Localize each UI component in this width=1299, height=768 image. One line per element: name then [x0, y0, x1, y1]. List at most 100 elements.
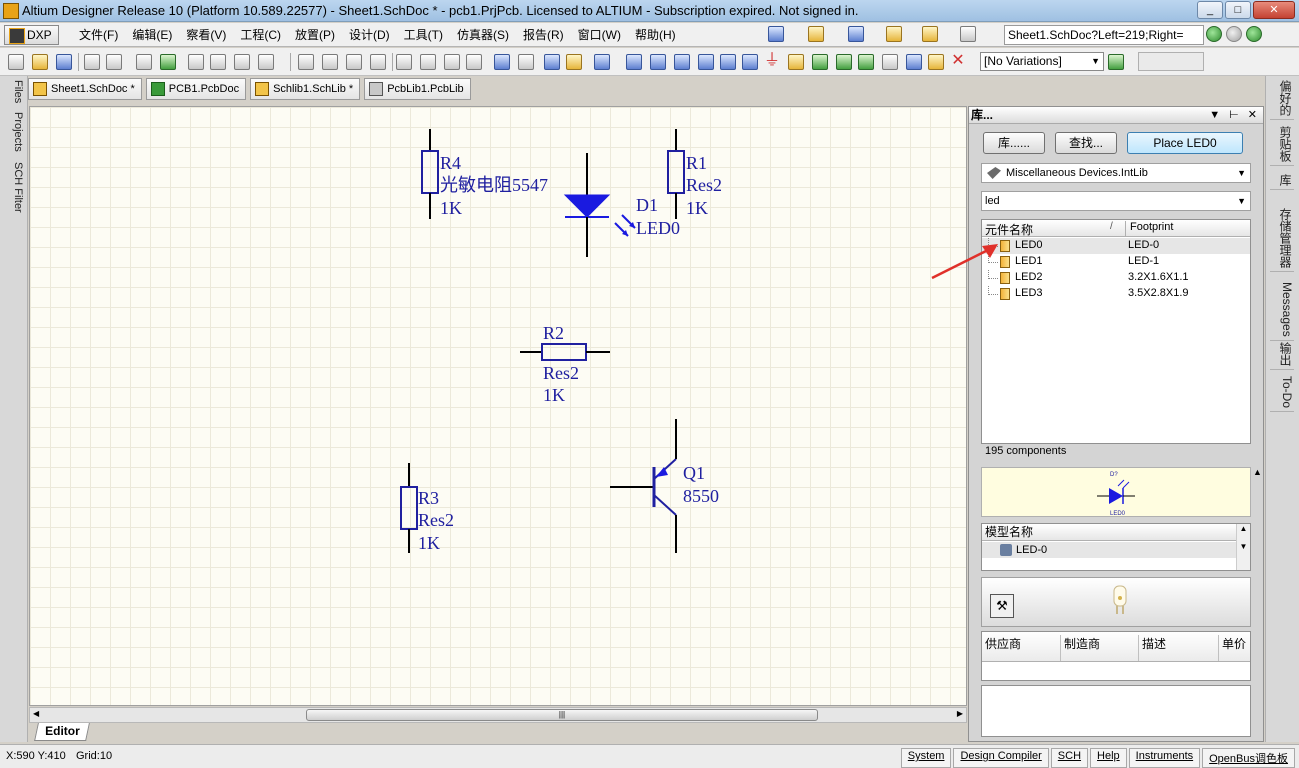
openbus-palette-button[interactable]: OpenBus调色板: [1202, 748, 1295, 768]
minimize-button[interactable]: _: [1197, 1, 1223, 19]
component-d1[interactable]: D1 LED0: [563, 153, 680, 257]
hammer-icon[interactable]: ⚒: [990, 594, 1014, 618]
close-button[interactable]: ✕: [1253, 1, 1295, 19]
search-button[interactable]: 查找...: [1055, 132, 1117, 154]
model-scrollbar[interactable]: ▲ ▼: [1236, 524, 1250, 570]
output-panel-tab[interactable]: 输出: [1270, 342, 1294, 370]
pcb-icon[interactable]: [160, 54, 176, 70]
gnd-icon[interactable]: [742, 54, 758, 70]
place-component-button[interactable]: Place LED0: [1127, 132, 1243, 154]
port-icon[interactable]: [922, 26, 938, 42]
select-area-icon[interactable]: [396, 54, 412, 70]
tab-pcb1-pcbdoc[interactable]: PCB1.PcbDoc: [145, 78, 247, 100]
clear-selection-icon[interactable]: [466, 54, 482, 70]
copy-icon[interactable]: [322, 54, 338, 70]
tab-pcblib1[interactable]: PcbLib1.PcbLib: [364, 78, 471, 100]
zoom-area-icon[interactable]: [210, 54, 226, 70]
maximize-button[interactable]: □: [1225, 1, 1251, 19]
clipboard-panel-tab[interactable]: 剪贴板: [1270, 126, 1294, 166]
component-r4[interactable]: R4 光敏电阻5547 1K: [421, 129, 548, 219]
variant-manager-icon[interactable]: [1108, 54, 1124, 70]
no-erc-icon[interactable]: ✕: [950, 53, 966, 70]
column-unit-price[interactable]: 单价: [1218, 635, 1246, 661]
component-browse-icon[interactable]: [594, 54, 610, 70]
horizontal-scrollbar[interactable]: ◀ ||| ▶: [29, 707, 967, 723]
messages-panel-tab[interactable]: Messages: [1270, 282, 1294, 341]
rubber-stamp-icon[interactable]: [370, 54, 386, 70]
net-label-icon[interactable]: [698, 54, 714, 70]
component-q1[interactable]: Q1 8550: [610, 419, 719, 553]
zoom-options-icon[interactable]: [258, 54, 274, 70]
save-icon[interactable]: [56, 54, 72, 70]
menu-tools[interactable]: 工具(T): [397, 27, 450, 43]
instruments-button[interactable]: Instruments: [1128, 748, 1201, 768]
component-r3[interactable]: R3 Res2 1K: [400, 463, 454, 553]
off-sheet-icon[interactable]: [928, 54, 944, 70]
undo-icon[interactable]: [494, 54, 510, 70]
net-icon[interactable]: [720, 54, 736, 70]
menu-place[interactable]: 放置(P): [288, 27, 342, 43]
tab-sheet1-schdoc[interactable]: Sheet1.SchDoc *: [28, 78, 142, 100]
zoom-selection-icon[interactable]: [234, 54, 250, 70]
bus-entry-icon[interactable]: [650, 54, 666, 70]
menu-project[interactable]: 工程(C): [233, 27, 288, 43]
editor-tab[interactable]: Editor: [34, 723, 90, 741]
libraries-button[interactable]: 库......: [983, 132, 1045, 154]
list-item-led3[interactable]: LED3 3.5X2.8X1.9: [982, 286, 1250, 302]
sheet-symbol-icon[interactable]: [812, 54, 828, 70]
column-supplier[interactable]: 供应商: [982, 635, 1021, 661]
place-part-icon[interactable]: [788, 54, 804, 70]
print-preview-icon[interactable]: [106, 54, 122, 70]
design-compiler-button[interactable]: Design Compiler: [953, 748, 1049, 768]
power-port-icon[interactable]: [808, 26, 824, 42]
menu-reports[interactable]: 报告(R): [516, 27, 571, 43]
vcc-icon[interactable]: ⏚: [764, 53, 780, 70]
scrollbar-thumb[interactable]: |||: [306, 709, 818, 721]
harness-icon[interactable]: [674, 54, 690, 70]
help-button[interactable]: Help: [1090, 748, 1127, 768]
directive-icon[interactable]: [906, 54, 922, 70]
todo-panel-tab[interactable]: To-Do: [1270, 376, 1294, 413]
list-item-led0[interactable]: LED0 LED-0: [982, 238, 1250, 254]
tab-schlib1[interactable]: Schlib1.SchLib *: [250, 78, 361, 100]
device-sheet-icon[interactable]: [858, 54, 874, 70]
list-item-led2[interactable]: LED2 3.2X1.6X1.1: [982, 270, 1250, 286]
empty-combo[interactable]: [1138, 52, 1204, 71]
component-icon[interactable]: [886, 26, 902, 42]
component-r1[interactable]: R1 Res2 1K: [667, 129, 722, 219]
port-place-icon[interactable]: [882, 54, 898, 70]
projects-panel-tab[interactable]: Projects: [2, 112, 24, 152]
scroll-left-icon[interactable]: ◀: [33, 709, 39, 718]
paste-icon[interactable]: [346, 54, 362, 70]
dxp-menu-button[interactable]: DXP: [4, 25, 59, 45]
bus-icon[interactable]: [626, 54, 642, 70]
redo-icon[interactable]: [518, 54, 534, 70]
model-row[interactable]: LED-0: [982, 542, 1236, 558]
storage-manager-panel-tab[interactable]: 存储管理器: [1270, 208, 1294, 272]
panel-scroll-up-icon[interactable]: ▲: [1253, 467, 1263, 577]
menu-design[interactable]: 设计(D): [342, 27, 397, 43]
panel-controls[interactable]: ▼ ⊢ ✕: [1209, 107, 1260, 123]
hierarchy-icon[interactable]: [544, 54, 560, 70]
libraries-panel-tab[interactable]: 库: [1270, 174, 1294, 190]
menu-view[interactable]: 察看(V): [179, 27, 233, 43]
scroll-right-icon[interactable]: ▶: [957, 709, 963, 718]
list-item-led1[interactable]: LED1 LED-1: [982, 254, 1250, 270]
document-path-combo[interactable]: Sheet1.SchDoc?Left=219;Right=: [1004, 25, 1204, 45]
schematic-canvas[interactable]: R4 光敏电阻5547 1K D1 LED0 R1 Res2 1K R2 Res…: [29, 106, 967, 706]
system-button[interactable]: System: [900, 748, 952, 768]
new-icon[interactable]: [8, 54, 24, 70]
ground-icon[interactable]: [848, 26, 864, 42]
wire-tool-icon[interactable]: [768, 26, 784, 42]
menu-help[interactable]: 帮助(H): [628, 27, 683, 43]
component-r2[interactable]: R2 Res2 1K: [520, 323, 610, 405]
variations-combo[interactable]: [No Variations] ▼: [980, 52, 1104, 71]
open-icon[interactable]: [32, 54, 48, 70]
move-icon[interactable]: [420, 54, 436, 70]
grid-icon[interactable]: [960, 26, 976, 42]
column-description[interactable]: 描述: [1138, 635, 1166, 661]
layers-icon[interactable]: [136, 54, 152, 70]
sch-button[interactable]: SCH: [1050, 748, 1089, 768]
cross-probe-icon[interactable]: [444, 54, 460, 70]
print-icon[interactable]: [84, 54, 100, 70]
